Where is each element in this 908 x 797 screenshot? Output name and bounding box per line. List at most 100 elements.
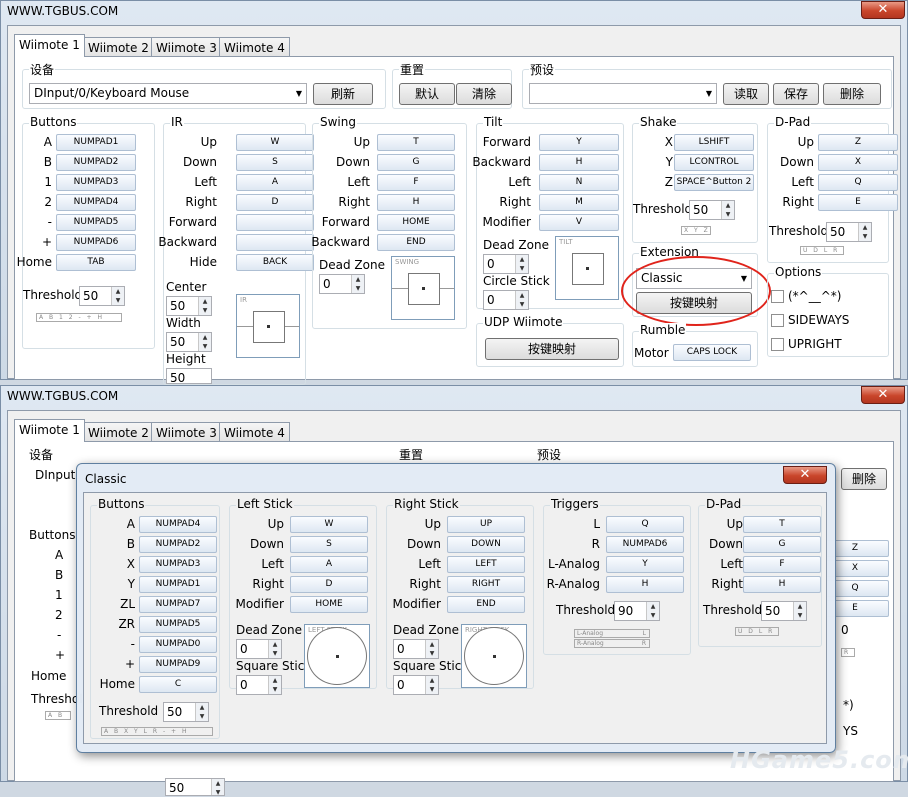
shake-y-key[interactable]: LCONTROL xyxy=(674,154,754,171)
button-b-key[interactable]: NUMPAD2 xyxy=(56,154,136,171)
left-stick-down-key[interactable]: S xyxy=(290,536,368,553)
tab-wiimote-2[interactable]: Wiimote 2 xyxy=(83,422,154,442)
classic-dpad-left-key[interactable]: F xyxy=(743,556,821,573)
sideways-checkbox[interactable] xyxy=(771,314,784,327)
threshold-spinner[interactable]: 50 ▲ ▼ xyxy=(163,702,209,722)
classic-dpad-up-key[interactable]: T xyxy=(743,516,821,533)
width-spinner[interactable]: 50 ▲ ▼ xyxy=(166,332,212,352)
tab-wiimote-1[interactable]: Wiimote 1 xyxy=(14,419,85,442)
ir-forward-key[interactable] xyxy=(236,214,314,231)
center-spinner[interactable]: 50 ▲ ▼ xyxy=(166,296,212,316)
deadzone-spinner[interactable]: 0 ▲ ▼ xyxy=(393,639,439,659)
ir-left-key[interactable]: A xyxy=(236,174,314,191)
height-spinner[interactable]: 50 ▲ ▼ xyxy=(165,778,225,796)
classic-dpad-down-key[interactable]: G xyxy=(743,536,821,553)
option-checkbox-1[interactable] xyxy=(771,290,784,303)
ir-right-key[interactable]: D xyxy=(236,194,314,211)
tilt-modifier-key[interactable]: V xyxy=(539,214,619,231)
height-spinner[interactable]: 50 xyxy=(166,368,212,385)
left-stick-right-key[interactable]: D xyxy=(290,576,368,593)
left-stick-up-key[interactable]: W xyxy=(290,516,368,533)
left-stick-left-key[interactable]: A xyxy=(290,556,368,573)
ir-up-key[interactable]: W xyxy=(236,134,314,151)
tab-wiimote-1[interactable]: Wiimote 1 xyxy=(14,34,85,57)
tab-wiimote-4[interactable]: Wiimote 4 xyxy=(219,422,290,442)
circle-stick-spinner[interactable]: 0 ▲ ▼ xyxy=(483,290,529,310)
save-button[interactable]: 保存 xyxy=(773,83,819,105)
classic-button-b-key[interactable]: NUMPAD2 xyxy=(139,536,217,553)
ir-backward-key[interactable] xyxy=(236,234,314,251)
dpad-down-key[interactable]: X xyxy=(818,154,898,171)
close-button[interactable]: ✕ xyxy=(861,1,905,19)
delete-button[interactable]: 删除 xyxy=(841,468,887,490)
tab-wiimote-3[interactable]: Wiimote 3 xyxy=(151,422,222,442)
udp-configure-button[interactable]: 按键映射 xyxy=(485,338,619,360)
dialog-close-button[interactable]: ✕ xyxy=(783,466,827,484)
motor-key-button[interactable]: CAPS LOCK xyxy=(673,344,751,361)
classic-button-key-key[interactable]: NUMPAD9 xyxy=(139,656,217,673)
classic-button-home-key[interactable]: C xyxy=(139,676,217,693)
right-stick-modifier-key[interactable]: END xyxy=(447,596,525,613)
dpad-right-key[interactable]: E xyxy=(818,194,898,211)
swing-right-key[interactable]: H xyxy=(377,194,455,211)
tilt-backward-key[interactable]: H xyxy=(539,154,619,171)
device-select[interactable]: DInput/0/Keyboard Mouse ▼ xyxy=(29,83,307,104)
tilt-forward-key[interactable]: Y xyxy=(539,134,619,151)
classic-button-key-key[interactable]: NUMPAD0 xyxy=(139,636,217,653)
swing-forward-key[interactable]: HOME xyxy=(377,214,455,231)
tab-wiimote-4[interactable]: Wiimote 4 xyxy=(219,37,290,57)
square-stick-spinner[interactable]: 0 ▲ ▼ xyxy=(393,675,439,695)
threshold-spinner[interactable]: 50 ▲ ▼ xyxy=(826,222,872,242)
right-stick-right-key[interactable]: RIGHT xyxy=(447,576,525,593)
close-button[interactable]: ✕ xyxy=(861,386,905,404)
default-button[interactable]: 默认 xyxy=(399,83,455,105)
classic-button-a-key[interactable]: NUMPAD4 xyxy=(139,516,217,533)
trigger-l-key[interactable]: Q xyxy=(606,516,684,533)
tab-wiimote-2[interactable]: Wiimote 2 xyxy=(83,37,154,57)
deadzone-spinner[interactable]: 0 ▲ ▼ xyxy=(236,639,282,659)
swing-down-key[interactable]: G xyxy=(377,154,455,171)
trigger-l-analog-key[interactable]: Y xyxy=(606,556,684,573)
dpad-left-key[interactable]: Q xyxy=(818,174,898,191)
swing-left-key[interactable]: F xyxy=(377,174,455,191)
dpad-up-key[interactable]: Z xyxy=(818,134,898,151)
refresh-button[interactable]: 刷新 xyxy=(313,83,373,105)
button-2-key[interactable]: NUMPAD4 xyxy=(56,194,136,211)
tilt-right-key[interactable]: M xyxy=(539,194,619,211)
deadzone-spinner[interactable]: 0 ▲ ▼ xyxy=(483,254,529,274)
classic-button-y-key[interactable]: NUMPAD1 xyxy=(139,576,217,593)
left-stick-modifier-key[interactable]: HOME xyxy=(290,596,368,613)
ir-hide-key[interactable]: BACK xyxy=(236,254,314,271)
button-1-key[interactable]: NUMPAD3 xyxy=(56,174,136,191)
threshold-spinner[interactable]: 50 ▲ ▼ xyxy=(79,286,125,306)
deadzone-spinner[interactable]: 0 ▲ ▼ xyxy=(319,274,365,294)
classic-button-zr-key[interactable]: NUMPAD5 xyxy=(139,616,217,633)
clear-button[interactable]: 清除 xyxy=(456,83,512,105)
shake-z-key[interactable]: SPACE^Button 2 xyxy=(674,174,754,191)
ir-down-key[interactable]: S xyxy=(236,154,314,171)
tab-wiimote-3[interactable]: Wiimote 3 xyxy=(151,37,222,57)
swing-up-key[interactable]: T xyxy=(377,134,455,151)
classic-dpad-right-key[interactable]: H xyxy=(743,576,821,593)
right-stick-down-key[interactable]: DOWN xyxy=(447,536,525,553)
square-stick-spinner[interactable]: 0 ▲ ▼ xyxy=(236,675,282,695)
trigger-r-key[interactable]: NUMPAD6 xyxy=(606,536,684,553)
shake-x-key[interactable]: LSHIFT xyxy=(674,134,754,151)
load-button[interactable]: 读取 xyxy=(723,83,769,105)
button-home-key[interactable]: TAB xyxy=(56,254,136,271)
classic-button-zl-key[interactable]: NUMPAD7 xyxy=(139,596,217,613)
swing-backward-key[interactable]: END xyxy=(377,234,455,251)
upright-checkbox[interactable] xyxy=(771,338,784,351)
right-stick-left-key[interactable]: LEFT xyxy=(447,556,525,573)
button-key-key[interactable]: NUMPAD5 xyxy=(56,214,136,231)
tilt-left-key[interactable]: N xyxy=(539,174,619,191)
classic-button-x-key[interactable]: NUMPAD3 xyxy=(139,556,217,573)
threshold-spinner[interactable]: 50 ▲ ▼ xyxy=(689,200,735,220)
preset-select[interactable]: ▼ xyxy=(529,83,717,104)
right-stick-up-key[interactable]: UP xyxy=(447,516,525,533)
trigger-r-analog-key[interactable]: H xyxy=(606,576,684,593)
delete-button[interactable]: 删除 xyxy=(823,83,881,105)
threshold-spinner[interactable]: 90 ▲ ▼ xyxy=(614,601,660,621)
threshold-spinner[interactable]: 50 ▲ ▼ xyxy=(761,601,807,621)
button-a-key[interactable]: NUMPAD1 xyxy=(56,134,136,151)
